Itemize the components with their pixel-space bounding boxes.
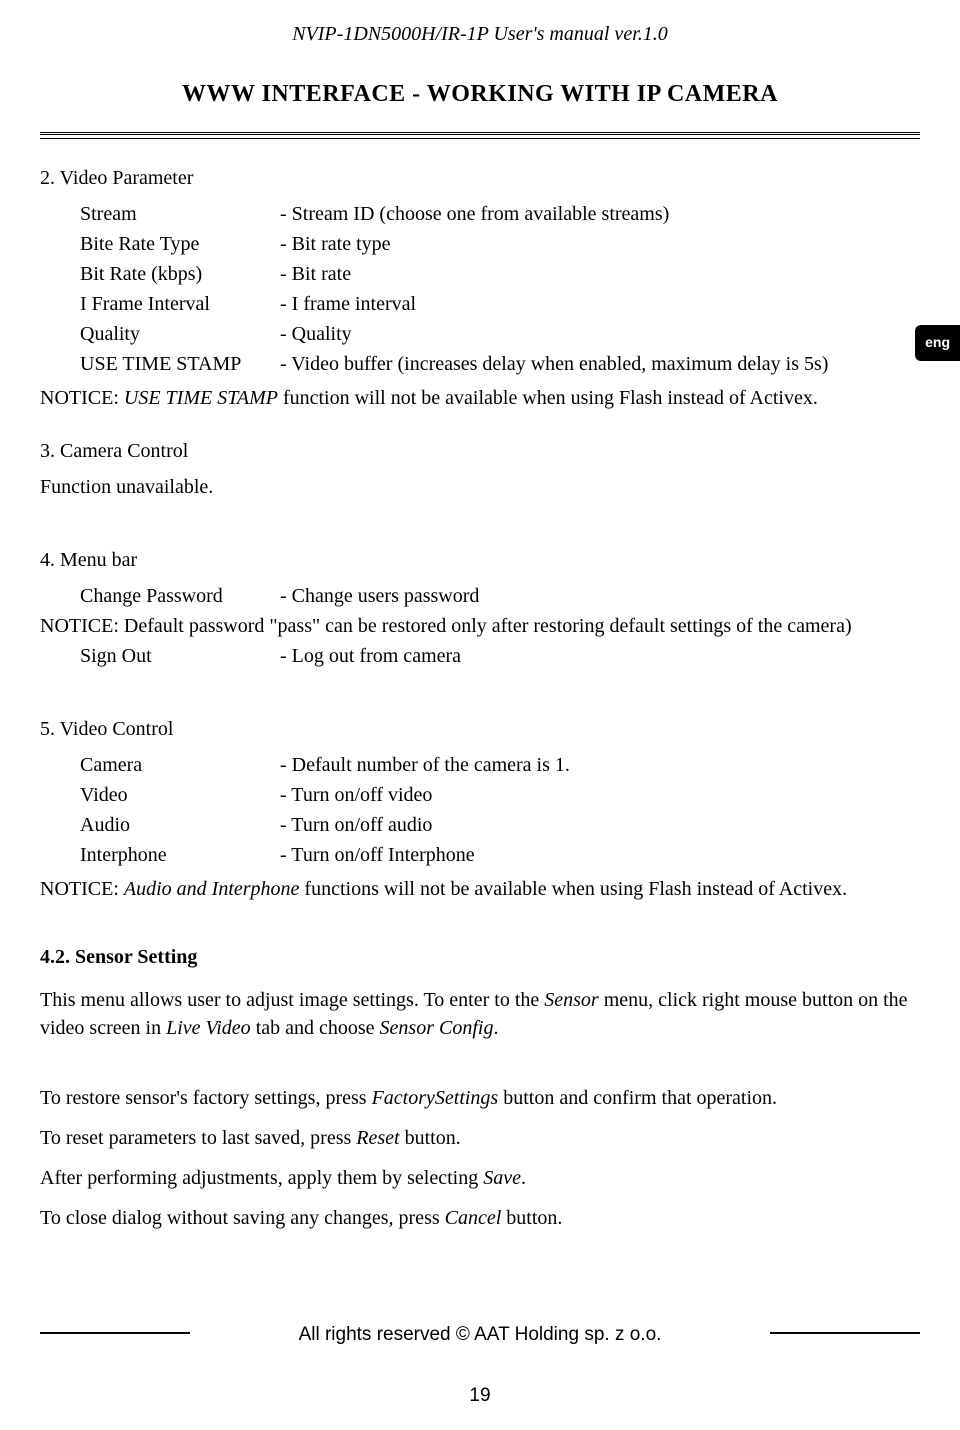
param-row: Bite Rate Type- Bit rate type (80, 230, 920, 258)
text: button. (501, 1207, 562, 1229)
param-desc: - I frame interval (280, 290, 920, 318)
param-row: Sign Out- Log out from camera (80, 642, 920, 670)
param-row: Stream- Stream ID (choose one from avail… (80, 200, 920, 228)
notice-prefix: NOTICE: (40, 878, 124, 900)
section-2-heading: 2. Video Parameter (40, 164, 920, 192)
footer-rule-left (40, 1332, 190, 1334)
sensor-p2: To restore sensor's factory settings, pr… (40, 1084, 920, 1112)
param-desc: - Log out from camera (280, 642, 920, 670)
param-row: Audio- Turn on/off audio (80, 811, 920, 839)
notice-prefix: NOTICE: (40, 387, 124, 409)
notice-italic: Audio and Interphone (124, 878, 300, 900)
page-header: NVIP-1DN5000H/IR-1P User's manual ver.1.… (40, 20, 920, 48)
text: To close dialog without saving any chang… (40, 1207, 445, 1229)
page-title: WWW INTERFACE - WORKING WITH IP CAMERA (40, 78, 920, 112)
param-row: USE TIME STAMP- Video buffer (increases … (80, 350, 920, 378)
param-desc: - Turn on/off Interphone (280, 841, 920, 869)
sensor-p1: This menu allows user to adjust image se… (40, 986, 920, 1042)
text: . (493, 1017, 498, 1039)
text: After performing adjustments, apply them… (40, 1167, 483, 1189)
text-italic: Save (483, 1167, 521, 1189)
section-4-notice: NOTICE: Default password "pass" can be r… (40, 612, 920, 640)
text: . (521, 1167, 526, 1189)
param-row: Camera- Default number of the camera is … (80, 751, 920, 779)
text: To reset parameters to last saved, press (40, 1127, 356, 1149)
text-italic: FactorySettings (372, 1087, 499, 1109)
text: button. (400, 1127, 461, 1149)
param-desc: - Quality (280, 320, 920, 348)
param-desc: - Change users password (280, 582, 920, 610)
sensor-heading: 4.2. Sensor Setting (40, 943, 920, 971)
sensor-p4: After performing adjustments, apply them… (40, 1164, 920, 1192)
sensor-p3: To reset parameters to last saved, press… (40, 1124, 920, 1152)
param-label: Sign Out (80, 642, 280, 670)
section-2-notice: NOTICE: USE TIME STAMP function will not… (40, 384, 920, 412)
section-5-heading: 5. Video Control (40, 715, 920, 743)
param-row: Change Password- Change users password (80, 582, 920, 610)
param-row: Interphone- Turn on/off Interphone (80, 841, 920, 869)
param-label: Change Password (80, 582, 280, 610)
param-desc: - Video buffer (increases delay when ena… (280, 350, 920, 378)
section-5-notice: NOTICE: Audio and Interphone functions w… (40, 875, 920, 903)
param-row: Bit Rate (kbps)- Bit rate (80, 260, 920, 288)
text: This menu allows user to adjust image se… (40, 989, 544, 1011)
param-label: Bit Rate (kbps) (80, 260, 280, 288)
notice-rest: function will not be available when usin… (278, 387, 818, 409)
text: tab and choose (251, 1017, 380, 1039)
footer-rule-right (770, 1332, 920, 1334)
param-label: Camera (80, 751, 280, 779)
param-desc: - Default number of the camera is 1. (280, 751, 920, 779)
section-3-body: Function unavailable. (40, 473, 920, 501)
param-desc: - Turn on/off audio (280, 811, 920, 839)
footer-text: All rights reserved © AAT Holding sp. z … (299, 1324, 662, 1345)
text: button and confirm that operation. (498, 1087, 777, 1109)
param-row: Quality- Quality (80, 320, 920, 348)
text-italic: Cancel (445, 1207, 502, 1229)
sensor-p5: To close dialog without saving any chang… (40, 1204, 920, 1232)
notice-rest: functions will not be available when usi… (299, 878, 847, 900)
param-label: Audio (80, 811, 280, 839)
param-desc: - Turn on/off video (280, 781, 920, 809)
param-label: I Frame Interval (80, 290, 280, 318)
text: To restore sensor's factory settings, pr… (40, 1087, 372, 1109)
param-row: Video- Turn on/off video (80, 781, 920, 809)
param-label: Stream (80, 200, 280, 228)
param-label: Video (80, 781, 280, 809)
param-row: I Frame Interval- I frame interval (80, 290, 920, 318)
param-label: Quality (80, 320, 280, 348)
divider-rule (40, 132, 920, 139)
param-desc: - Bit rate type (280, 230, 920, 258)
notice-italic: USE TIME STAMP (124, 387, 278, 409)
param-desc: - Bit rate (280, 260, 920, 288)
section-3-heading: 3. Camera Control (40, 437, 920, 465)
param-label: Bite Rate Type (80, 230, 280, 258)
param-label: Interphone (80, 841, 280, 869)
text-italic: Reset (356, 1127, 399, 1149)
page-footer: All rights reserved © AAT Holding sp. z … (40, 1322, 920, 1349)
param-label: USE TIME STAMP (80, 350, 280, 378)
text-italic: Sensor Config (380, 1017, 494, 1039)
param-desc: - Stream ID (choose one from available s… (280, 200, 920, 228)
language-tab: eng (915, 325, 960, 361)
section-4-heading: 4. Menu bar (40, 546, 920, 574)
text-italic: Live Video (166, 1017, 251, 1039)
text-italic: Sensor (544, 989, 598, 1011)
